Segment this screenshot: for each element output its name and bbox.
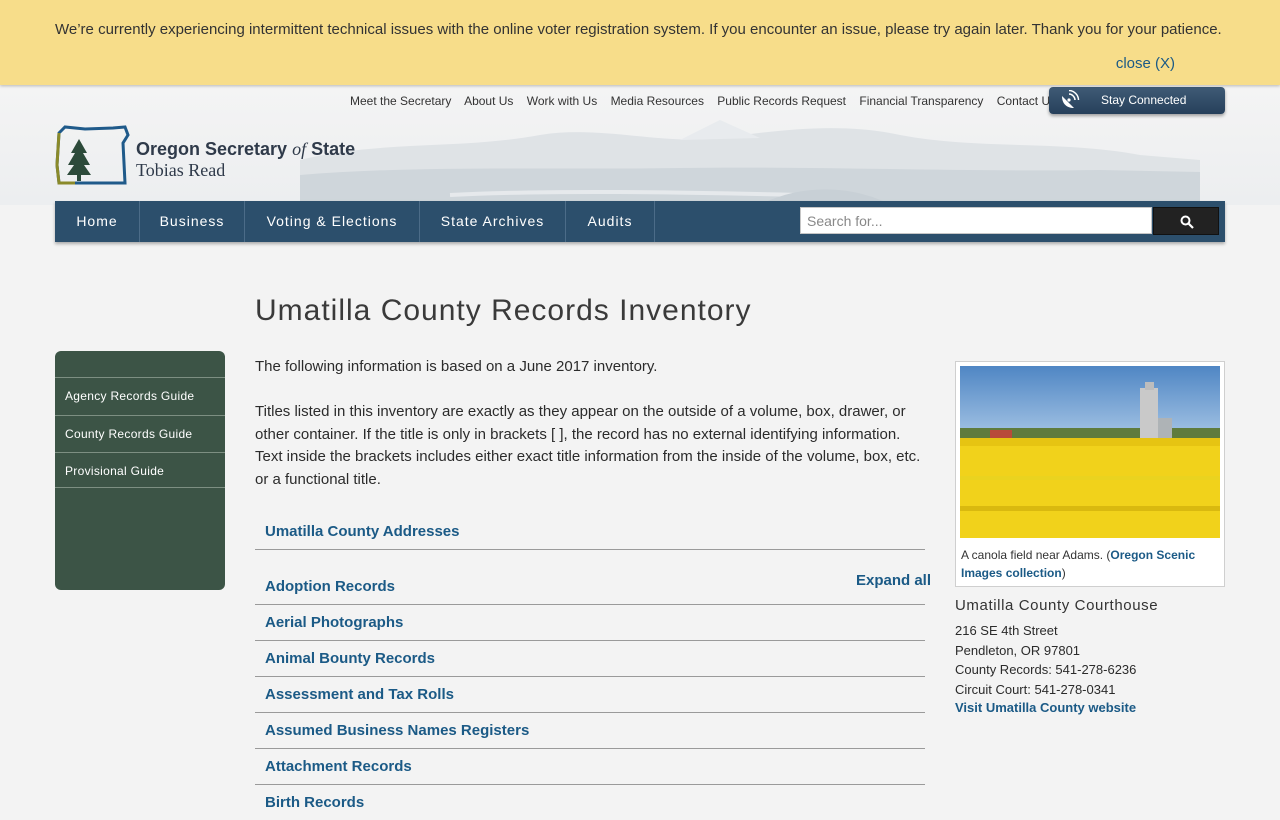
featured-photo-box: A canola field near Adams. (Oregon Sceni… [955,361,1225,587]
stay-connected-button[interactable]: Stay Connected [1049,87,1225,114]
accordion-item[interactable]: Adoption Records [255,568,925,605]
accordion-item[interactable]: Assumed Business Names Registers [255,712,925,749]
site-logo[interactable]: Oregon Secretary of State Tobias Read [55,125,385,189]
search-icon [1180,215,1194,229]
utility-link-media[interactable]: Media Resources [611,94,704,108]
nav-state-archives[interactable]: State Archives [420,201,566,242]
caption-text: A canola field near Adams. ( [961,548,1111,562]
logo-title-text: Oregon Secretary [136,139,293,159]
intro-paragraph-2: Titles listed in this inventory are exac… [255,403,921,488]
sidebar-item-county-records-guide[interactable]: County Records Guide [55,415,225,451]
sidebar-item-provisional-guide[interactable]: Provisional Guide [55,452,225,488]
photo-caption: A canola field near Adams. (Oregon Sceni… [961,546,1216,582]
search-input[interactable] [800,207,1152,234]
accordion-link[interactable]: Aerial Photographs [265,614,403,631]
utility-link-about[interactable]: About Us [464,94,513,108]
county-website-link[interactable]: Visit Umatilla County website [955,700,1136,715]
utility-link-work-with-us[interactable]: Work with Us [527,94,597,108]
courthouse-city: Pendleton, OR 97801 [955,643,1081,658]
intro-paragraph-1: The following information is based on a … [255,358,658,375]
alert-close-link[interactable]: close (X) [1116,55,1175,72]
sidebar-nav: Agency Records Guide County Records Guid… [55,351,225,590]
accordion-item[interactable]: Birth Records [255,784,925,820]
addresses-link[interactable]: Umatilla County Addresses [265,523,460,540]
logo-subtitle: Tobias Read [136,160,226,180]
county-records-phone: County Records: 541-278-6236 [955,662,1137,677]
courthouse-address: 216 SE 4th Street [955,623,1058,638]
accordion-item[interactable]: Assessment and Tax Rolls [255,676,925,713]
accordion-link[interactable]: Animal Bounty Records [265,650,435,667]
nav-audits[interactable]: Audits [566,201,655,242]
utility-nav: Meet the Secretary About Us Work with Us… [350,94,1066,108]
logo-title-of: of [292,139,307,159]
accordion-link[interactable]: Adoption Records [265,578,395,595]
alert-message: We’re currently experiencing intermitten… [55,21,1222,38]
satellite-dish-icon [1062,90,1080,108]
caption-end: ) [1061,566,1066,580]
canola-field-photo [960,366,1220,538]
accordion-item[interactable]: Animal Bounty Records [255,640,925,677]
nav-home[interactable]: Home [55,201,140,242]
nav-business[interactable]: Business [140,201,245,242]
nav-voting-elections[interactable]: Voting & Elections [245,201,420,242]
addresses-row: Umatilla County Addresses [255,513,925,550]
utility-link-contact[interactable]: Contact Us [997,94,1056,108]
accordion-item[interactable]: Aerial Photographs [255,604,925,641]
stay-connected-label: Stay Connected [1101,93,1187,107]
alert-banner: We’re currently experiencing intermitten… [0,0,1280,85]
logo-title-state: State [306,139,356,159]
utility-link-public-records[interactable]: Public Records Request [717,94,846,108]
circuit-court-phone: Circuit Court: 541-278-0341 [955,682,1116,697]
courthouse-title: Umatilla County Courthouse [955,597,1159,614]
main-nav: Home Business Voting & Elections State A… [55,201,1225,242]
sidebar-item-agency-records-guide[interactable]: Agency Records Guide [55,377,225,413]
oregon-state-outline-icon [55,125,130,185]
utility-link-financial[interactable]: Financial Transparency [859,94,983,108]
accordion-link[interactable]: Assessment and Tax Rolls [265,686,454,703]
logo-title: Oregon Secretary of State [136,139,355,160]
page-title: Umatilla County Records Inventory [255,294,752,327]
accordion-item[interactable]: Attachment Records [255,748,925,785]
accordion-link[interactable]: Birth Records [265,794,364,811]
search-button[interactable] [1153,207,1219,235]
utility-link-meet-secretary[interactable]: Meet the Secretary [350,94,451,108]
lake-scenery-image [300,120,1200,205]
accordion-link[interactable]: Attachment Records [265,758,412,775]
accordion-link[interactable]: Assumed Business Names Registers [265,722,529,739]
